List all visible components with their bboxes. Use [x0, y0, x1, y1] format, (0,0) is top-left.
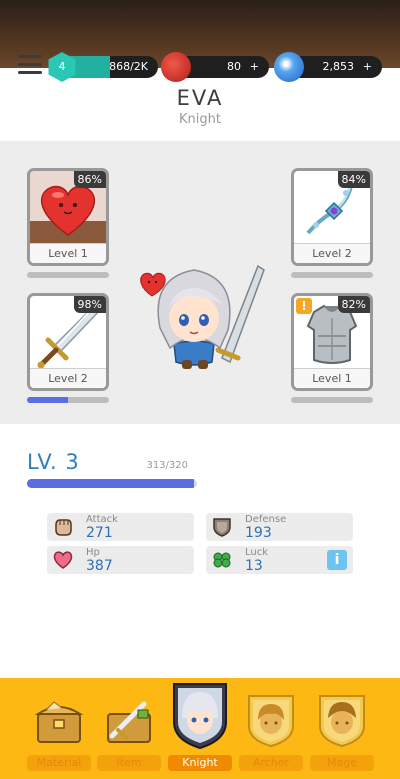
- gem-plus-button[interactable]: +: [363, 60, 372, 73]
- stat-label: Defense: [245, 514, 287, 525]
- sword-chest-icon: [107, 701, 151, 743]
- nav-label: Knight: [168, 755, 232, 771]
- knight-character: [140, 264, 265, 369]
- upgrade-alert-icon: !: [296, 298, 312, 314]
- info-button[interactable]: i: [327, 550, 347, 570]
- stat-label: Hp: [86, 547, 100, 558]
- equipment-slot-heart[interactable]: 86% Level 1: [27, 168, 109, 266]
- nav-label: Mage: [310, 755, 374, 771]
- treasure-chest-icon: [34, 701, 84, 743]
- hero-name: EVA: [176, 86, 224, 110]
- nav-tab-item[interactable]: Item: [94, 678, 164, 779]
- nav-tab-archer[interactable]: Archer: [236, 678, 306, 779]
- bottom-navigation: Material Item Knight Archer Mage: [0, 678, 400, 779]
- stat-value: 387: [86, 558, 113, 574]
- slot-level: Level 1: [30, 243, 106, 263]
- stat-value: 13: [245, 558, 263, 574]
- gem-icon: [274, 52, 304, 82]
- slot-level: Level 1: [294, 368, 370, 388]
- nav-label: Archer: [239, 755, 303, 771]
- archer-portrait-icon: [248, 695, 294, 748]
- slot-progress-bar: [27, 272, 109, 278]
- knight-portrait-icon: [173, 683, 227, 750]
- menu-icon-line: [18, 71, 42, 74]
- slot-progress-fill: [27, 397, 68, 403]
- fist-icon: [55, 519, 72, 536]
- menu-icon-line: [18, 63, 42, 66]
- meat-icon: [161, 52, 191, 82]
- stat-label: Attack: [86, 514, 118, 525]
- hero-xp-bar: [27, 479, 197, 488]
- stat-defense: Defense 193: [206, 513, 353, 541]
- equipment-slot-armor[interactable]: ! 82% Level 1: [291, 293, 373, 391]
- slot-level: Level 2: [30, 368, 106, 388]
- hero-class: Knight: [179, 112, 221, 127]
- clover-icon: [213, 552, 231, 568]
- stat-hp: Hp 387: [47, 546, 194, 574]
- gem-value: 2,853: [322, 60, 355, 73]
- xp-value: 868/2K: [109, 60, 148, 73]
- slot-progress-bar: [27, 397, 109, 403]
- stat-value: 271: [86, 525, 113, 541]
- equipment-slot-necklace[interactable]: 84% Level 2: [291, 168, 373, 266]
- menu-icon-line: [18, 55, 42, 58]
- nav-tab-mage[interactable]: Mage: [307, 678, 377, 779]
- stat-label: Luck: [245, 547, 269, 558]
- stat-luck: Luck 13 i: [206, 546, 353, 574]
- slot-percent: 86%: [73, 171, 106, 188]
- slot-progress-bar: [291, 397, 373, 403]
- slot-level: Level 2: [294, 243, 370, 263]
- nav-tab-material[interactable]: Material: [24, 678, 94, 779]
- meat-plus-button[interactable]: +: [250, 60, 259, 73]
- equipment-slot-sword[interactable]: 98% Level 2: [27, 293, 109, 391]
- mage-portrait-icon: [319, 695, 365, 748]
- nav-label: Material: [27, 755, 91, 771]
- nav-tab-knight[interactable]: Knight: [165, 678, 235, 779]
- nav-label: Item: [97, 755, 161, 771]
- shield-icon: [213, 518, 231, 537]
- meat-value: 80: [227, 60, 241, 73]
- stat-attack: Attack 271: [47, 513, 194, 541]
- slot-percent: 82%: [337, 296, 370, 313]
- heart-icon: [53, 551, 73, 569]
- slot-percent: 98%: [73, 296, 106, 313]
- hero-xp-fill: [27, 479, 194, 488]
- menu-button[interactable]: [18, 55, 42, 77]
- hero-level-title: LV. 3: [27, 450, 80, 474]
- stat-value: 193: [245, 525, 272, 541]
- hero-xp-text: 313/320: [146, 460, 188, 471]
- slot-progress-bar: [291, 272, 373, 278]
- slot-percent: 84%: [337, 171, 370, 188]
